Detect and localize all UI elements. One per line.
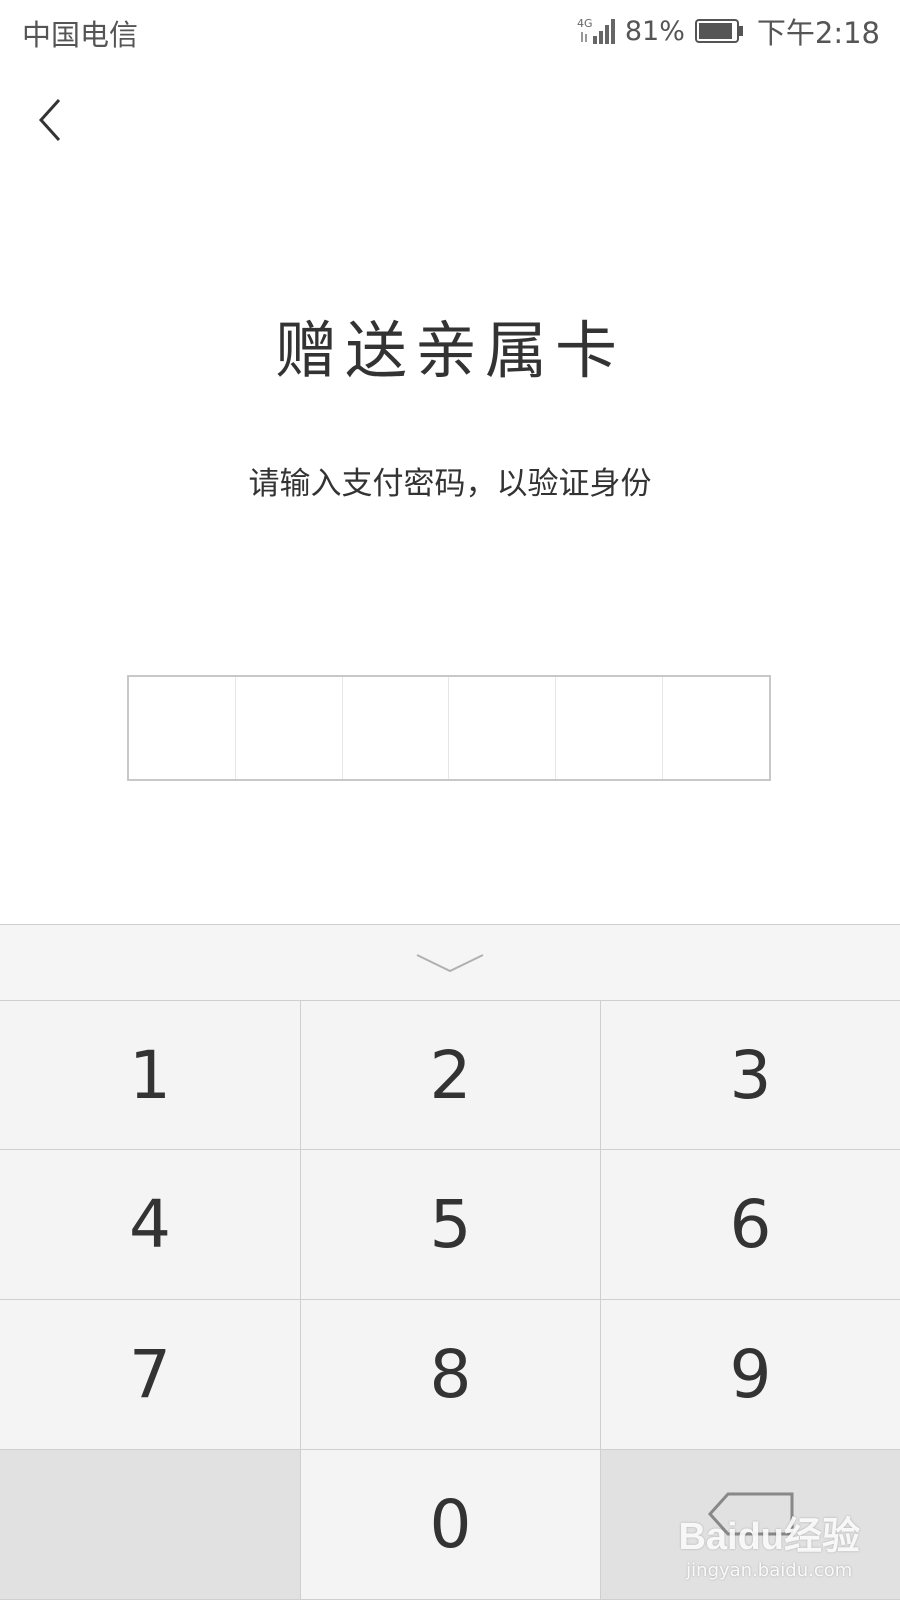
battery-icon [694,19,743,43]
key-5[interactable]: 5 [301,1150,600,1299]
password-input[interactable] [127,675,771,781]
key-1[interactable]: 1 [0,1001,300,1149]
network-type-label: 4G [577,17,593,30]
keypad-keys: 1 2 3 4 5 6 7 8 9 0 Baidu经验 jingyan.baid… [0,1001,900,1600]
page-title: 赠送亲属卡 [274,314,625,387]
key-8[interactable]: 8 [301,1300,600,1449]
baidu-watermark: Baidu经验 jingyan.baidu.com [678,1505,860,1581]
keypad-collapse-button[interactable] [0,924,900,1001]
delete-key[interactable]: Baidu经验 jingyan.baidu.com [601,1450,900,1599]
battery-percent: 81% [624,15,685,47]
numeric-keypad: 1 2 3 4 5 6 7 8 9 0 Baidu经验 jingyan.baid… [0,924,900,1600]
key-2[interactable]: 2 [301,1001,600,1149]
key-6[interactable]: 6 [601,1150,900,1299]
password-digit-cell [236,677,343,779]
watermark-url: jingyan.baidu.com [686,1560,853,1581]
page-subtitle: 请输入支付密码，以验证身份 [248,466,652,502]
status-bar: 中国电信 4G 81% 下午2:18 [0,0,900,62]
screen: 中国电信 4G 81% 下午2:18 赠送亲属卡 请输入支付密码，以验证身份 1… [0,0,900,1600]
chevron-left-icon [38,98,61,142]
password-digit-cell [449,677,557,779]
key-blank [0,1450,300,1599]
chevron-down-icon [416,953,484,972]
clock: 下午2:18 [756,16,880,50]
key-7[interactable]: 7 [0,1300,300,1449]
key-4[interactable]: 4 [0,1150,300,1299]
key-0[interactable]: 0 [301,1450,600,1599]
key-9[interactable]: 9 [601,1300,900,1449]
signal-icon: 4G [577,17,615,44]
watermark-logo: Baidu经验 [678,1516,860,1558]
password-digit-cell [663,677,769,779]
password-digit-cell [129,677,236,779]
key-3[interactable]: 3 [601,1001,900,1149]
back-button[interactable] [28,94,72,146]
password-digit-cell [556,677,664,779]
password-digit-cell [343,677,450,779]
carrier-name: 中国电信 [22,18,139,52]
status-icons: 4G 81% 下午2:18 [577,12,880,51]
